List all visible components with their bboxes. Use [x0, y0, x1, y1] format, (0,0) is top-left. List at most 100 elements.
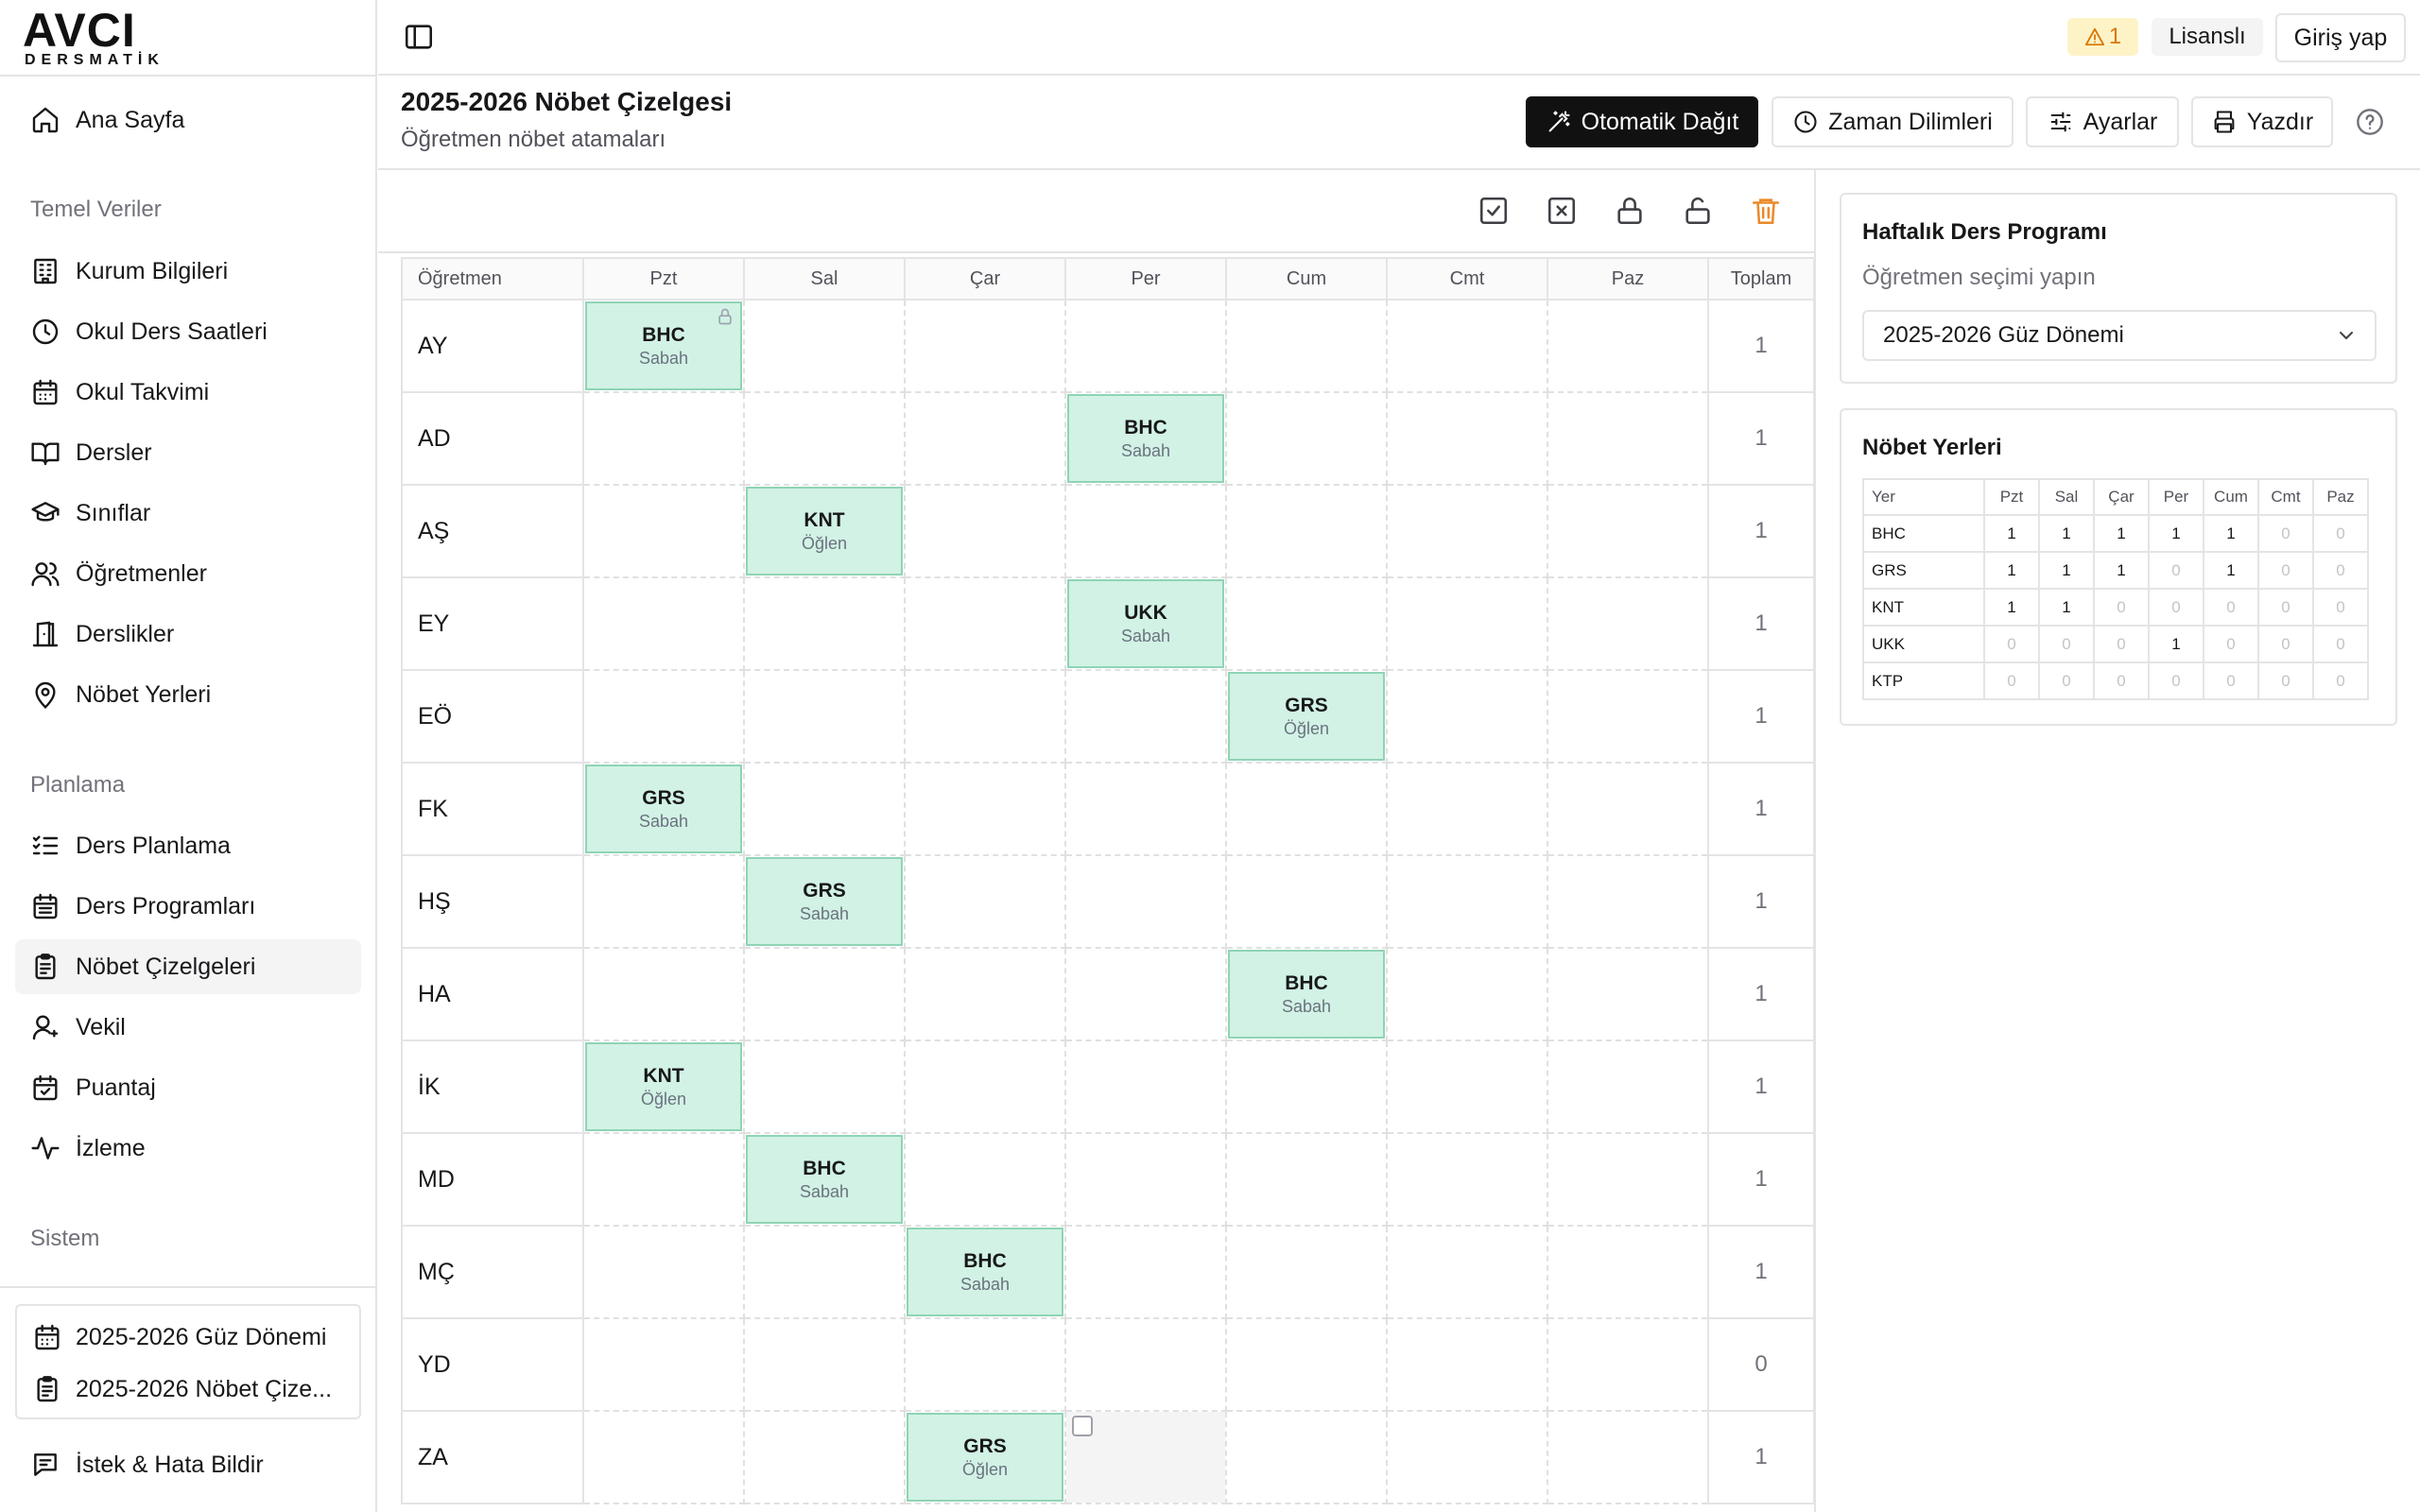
trash-icon[interactable]: [1750, 195, 1782, 227]
sidebar-item-nobet-yerleri[interactable]: Nöbet Yerleri: [15, 667, 361, 722]
schedule-cell[interactable]: [1386, 1410, 1548, 1504]
sidebar-item-ders-programlari[interactable]: Ders Programları: [15, 879, 361, 934]
sidebar-item-kurum[interactable]: Kurum Bilgileri: [15, 244, 361, 299]
clear-selection-icon[interactable]: [1546, 195, 1578, 227]
teacher-name[interactable]: MÇ: [401, 1225, 584, 1319]
schedule-cell[interactable]: [1547, 854, 1709, 949]
select-all-icon[interactable]: [1478, 195, 1510, 227]
schedule-cell[interactable]: [1547, 1040, 1709, 1134]
teacher-name[interactable]: HA: [401, 947, 584, 1041]
schedule-cell[interactable]: [1547, 576, 1709, 671]
teacher-name[interactable]: ZA: [401, 1410, 584, 1504]
lock-icon[interactable]: [716, 307, 735, 326]
schedule-cell[interactable]: [582, 1317, 745, 1412]
schedule-cell[interactable]: [904, 391, 1066, 486]
schedule-cell[interactable]: [743, 299, 906, 393]
schedule-cell[interactable]: GRS Öğlen: [1225, 669, 1388, 764]
schedule-cell[interactable]: [1386, 1317, 1548, 1412]
schedule-cell[interactable]: [1064, 1225, 1227, 1319]
schedule-cell[interactable]: [1547, 1410, 1709, 1504]
schedule-cell[interactable]: GRS Öğlen: [904, 1410, 1066, 1504]
schedule-cell[interactable]: GRS Sabah: [582, 762, 745, 856]
duty-assignment[interactable]: BHC Sabah: [1067, 394, 1224, 483]
duty-assignment[interactable]: BHC Sabah: [1228, 950, 1385, 1039]
teacher-name[interactable]: YD: [401, 1317, 584, 1412]
schedule-cell[interactable]: GRS Sabah: [743, 854, 906, 949]
schedule-cell[interactable]: [743, 1225, 906, 1319]
schedule-cell[interactable]: [582, 391, 745, 486]
schedule-cell[interactable]: [1386, 1225, 1548, 1319]
teacher-name[interactable]: AD: [401, 391, 584, 486]
schedule-cell[interactable]: [582, 576, 745, 671]
sidebar-item-derslikler[interactable]: Derslikler: [15, 607, 361, 662]
schedule-cell[interactable]: UKK Sabah: [1064, 576, 1227, 671]
sidebar-item-vekil[interactable]: Vekil: [15, 1000, 361, 1055]
schedule-cell[interactable]: [904, 1040, 1066, 1134]
sidebar-item-izleme[interactable]: İzleme: [15, 1121, 361, 1176]
schedule-cell[interactable]: [1225, 854, 1388, 949]
schedule-cell[interactable]: [1386, 762, 1548, 856]
teacher-name[interactable]: AŞ: [401, 484, 584, 578]
schedule-cell[interactable]: [1064, 854, 1227, 949]
session-schedule[interactable]: 2025-2026 Nöbet Çize...: [32, 1370, 354, 1408]
schedule-cell[interactable]: [1225, 484, 1388, 578]
sidebar-item-ders-saatleri[interactable]: Okul Ders Saatleri: [15, 304, 361, 359]
schedule-cell[interactable]: [1386, 1132, 1548, 1227]
schedule-cell[interactable]: [904, 1317, 1066, 1412]
print-button[interactable]: Yazdır: [2191, 96, 2333, 147]
schedule-cell[interactable]: [1547, 484, 1709, 578]
duty-assignment[interactable]: BHC Sabah: [907, 1228, 1063, 1316]
schedule-cell[interactable]: BHC Sabah: [743, 1132, 906, 1227]
schedule-cell[interactable]: [904, 947, 1066, 1041]
schedule-cell[interactable]: [1386, 854, 1548, 949]
schedule-cell[interactable]: [1547, 1132, 1709, 1227]
license-badge[interactable]: Lisanslı: [2152, 18, 2263, 56]
duty-assignment[interactable]: GRS Sabah: [585, 765, 742, 853]
schedule-cell[interactable]: [743, 947, 906, 1041]
duty-assignment[interactable]: BHC Sabah: [746, 1135, 903, 1224]
schedule-cell[interactable]: [1547, 299, 1709, 393]
schedule-cell[interactable]: [1386, 391, 1548, 486]
sidebar-item-puantaj[interactable]: Puantaj: [15, 1060, 361, 1115]
schedule-cell[interactable]: [743, 762, 906, 856]
brand-logo[interactable]: AVCI DERSMATİK: [23, 7, 164, 68]
schedule-cell[interactable]: [1386, 669, 1548, 764]
sidebar-item-ders-planlama[interactable]: Ders Planlama: [15, 818, 361, 873]
sidebar-item-dersler[interactable]: Dersler: [15, 425, 361, 480]
schedule-cell[interactable]: [1064, 1132, 1227, 1227]
sidebar-toggle-icon[interactable]: [403, 21, 435, 53]
schedule-cell[interactable]: [1064, 947, 1227, 1041]
schedule-cell[interactable]: [1225, 576, 1388, 671]
schedule-cell[interactable]: [1547, 947, 1709, 1041]
sidebar-item-takvim[interactable]: Okul Takvimi: [15, 365, 361, 420]
settings-button[interactable]: Ayarlar: [2026, 96, 2179, 147]
schedule-cell[interactable]: [1064, 1040, 1227, 1134]
teacher-name[interactable]: MD: [401, 1132, 584, 1227]
teacher-name[interactable]: FK: [401, 762, 584, 856]
schedule-cell[interactable]: KNT Öğlen: [743, 484, 906, 578]
schedule-cell[interactable]: [582, 1410, 745, 1504]
schedule-cell[interactable]: [1547, 391, 1709, 486]
schedule-cell[interactable]: [582, 484, 745, 578]
teacher-name[interactable]: AY: [401, 299, 584, 393]
schedule-cell[interactable]: [1225, 1410, 1388, 1504]
schedule-cell[interactable]: [1225, 1040, 1388, 1134]
sidebar-item-home[interactable]: Ana Sayfa: [15, 93, 361, 147]
schedule-cell[interactable]: [582, 1225, 745, 1319]
schedule-cell[interactable]: [1547, 1317, 1709, 1412]
schedule-cell[interactable]: KNT Öğlen: [582, 1040, 745, 1134]
schedule-cell[interactable]: [743, 391, 906, 486]
auto-distribute-button[interactable]: Otomatik Dağıt: [1526, 96, 1758, 147]
schedule-cell[interactable]: [1547, 1225, 1709, 1319]
duty-assignment[interactable]: BHC Sabah: [585, 301, 742, 390]
schedule-cell[interactable]: [582, 1132, 745, 1227]
schedule-cell[interactable]: [1225, 299, 1388, 393]
schedule-cell[interactable]: [904, 299, 1066, 393]
schedule-cell[interactable]: [743, 1317, 906, 1412]
sidebar-item-ogretmenler[interactable]: Öğretmenler: [15, 546, 361, 601]
warning-badge[interactable]: 1: [2067, 18, 2138, 56]
teacher-name[interactable]: EY: [401, 576, 584, 671]
schedule-cell[interactable]: BHC Sabah: [904, 1225, 1066, 1319]
schedule-cell[interactable]: [904, 854, 1066, 949]
schedule-cell[interactable]: [904, 576, 1066, 671]
